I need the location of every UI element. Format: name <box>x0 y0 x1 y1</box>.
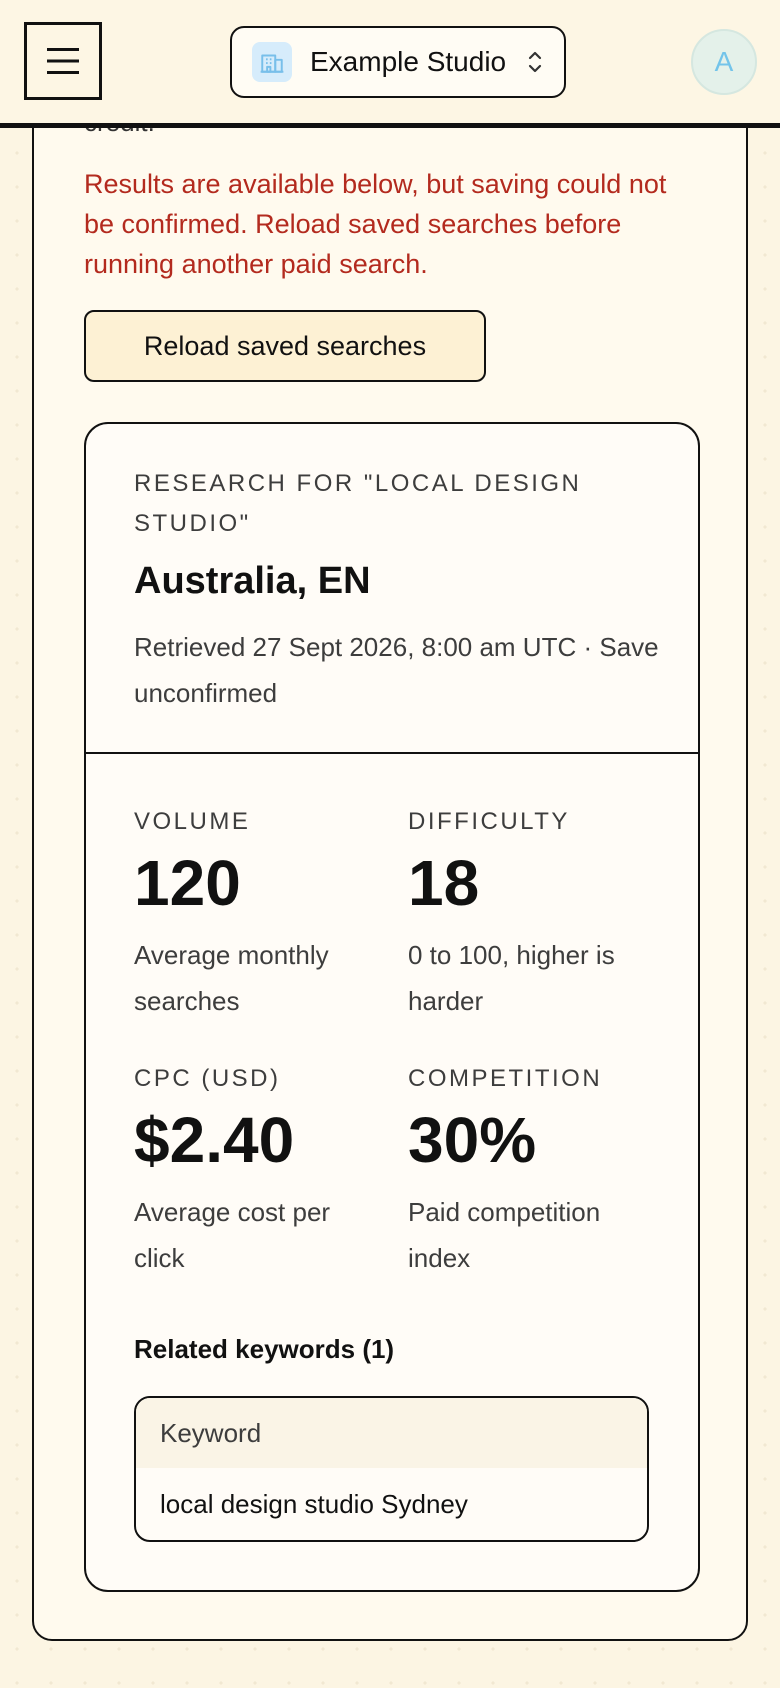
avatar[interactable]: A <box>691 29 757 95</box>
metric-value: $2.40 <box>134 1104 295 1176</box>
search-results-panel: credit. Results are available below, but… <box>32 60 748 1641</box>
save-error-message: Results are available below, but saving … <box>84 169 667 279</box>
metric-value: 120 <box>134 847 241 919</box>
metric-label: CPC (USD) <box>134 1065 281 1092</box>
chevron-up-down-icon <box>526 48 544 76</box>
metric-description: Paid competition index <box>408 1197 601 1273</box>
metric-label: Competition <box>408 1065 603 1092</box>
locale-title: Australia, EN <box>134 560 371 602</box>
menu-button[interactable] <box>24 22 102 100</box>
metric-value: 30% <box>408 1104 537 1176</box>
keyword-result-card: Research for "local design studio" Austr… <box>84 422 700 1592</box>
org-name: Example Studio <box>310 46 507 77</box>
metric-label: Difficulty <box>408 808 570 835</box>
metric-value: 18 <box>408 847 480 919</box>
reload-saved-searches-button[interactable]: Reload saved searches <box>84 310 486 382</box>
retrieved-status-text: Retrieved 27 Sept 2026, 8:00 am UTC · Sa… <box>134 632 659 708</box>
top-bar: Example Studio A <box>0 0 780 128</box>
metric-description: Average monthly searches <box>134 940 329 1016</box>
metric-volume: Volume 120 Average monthly searches <box>134 808 384 1024</box>
org-selector[interactable]: Example Studio <box>230 26 566 98</box>
metric-description: Average cost per click <box>134 1197 331 1273</box>
table-row[interactable]: local design studio Sydney <box>136 1468 647 1540</box>
metric-description: 0 to 100, higher is harder <box>408 940 615 1016</box>
metric-competition: Competition 30% Paid competition index <box>408 1065 658 1281</box>
result-card-header: Research for "local design studio" Austr… <box>86 424 698 754</box>
related-keywords-heading: Related keywords (1) <box>134 1334 395 1364</box>
table-column-header: Keyword <box>136 1398 647 1468</box>
metric-difficulty: Difficulty 18 0 to 100, higher is harder <box>408 808 658 1024</box>
metric-label: Volume <box>134 808 251 835</box>
hamburger-menu-icon <box>47 48 79 74</box>
metric-cpc: CPC (USD) $2.40 Average cost per click <box>134 1065 384 1281</box>
research-query-label: Research for "local design studio" <box>134 470 582 537</box>
building-icon <box>252 42 292 82</box>
related-keywords-table: Keyword local design studio Sydney <box>134 1396 649 1542</box>
avatar-initial: A <box>714 46 734 77</box>
